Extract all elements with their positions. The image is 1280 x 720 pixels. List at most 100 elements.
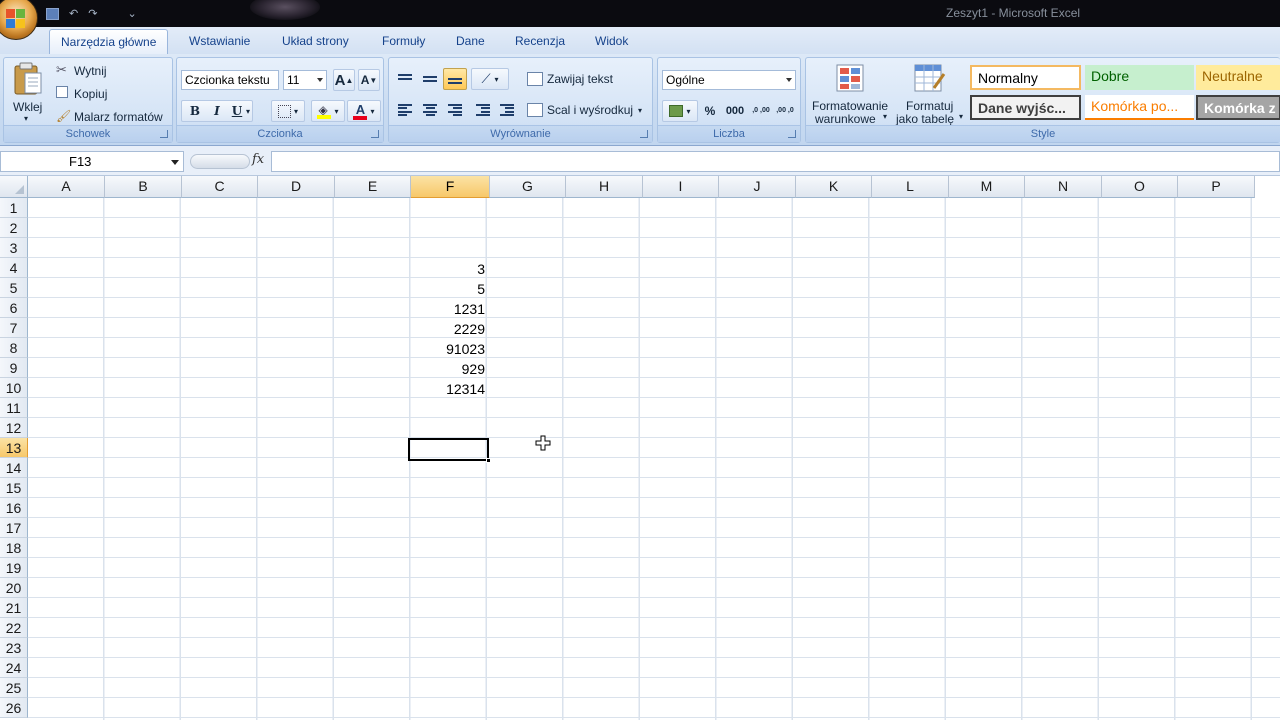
merge-center-button[interactable]: Scal i wyśrodkuj ▾ [527, 99, 651, 121]
merge-center-dropdown-icon[interactable]: ▾ [638, 106, 642, 115]
cell-f4[interactable]: 3 [410, 259, 486, 279]
row-header-20[interactable]: 20 [0, 578, 28, 598]
column-header-k[interactable]: K [796, 176, 872, 198]
row-header-22[interactable]: 22 [0, 618, 28, 638]
number-format-combo[interactable]: Ogólne [662, 70, 796, 90]
cell-f5[interactable]: 5 [410, 279, 486, 299]
tab-view[interactable]: Widok [595, 34, 628, 48]
insert-function-icon[interactable]: fx [252, 152, 264, 167]
borders-button[interactable]: ▾ [271, 100, 305, 122]
column-header-f[interactable]: F [411, 176, 490, 198]
row-header-10[interactable]: 10 [0, 378, 28, 398]
name-box[interactable]: F13 [0, 151, 184, 172]
row-header-23[interactable]: 23 [0, 638, 28, 658]
save-icon[interactable] [46, 8, 59, 20]
fill-color-button[interactable]: ◈ ▾ [311, 100, 345, 122]
row-header-1[interactable]: 1 [0, 198, 28, 218]
increase-decimal-button[interactable]: ,0 ,00 [750, 100, 772, 122]
tab-formulas[interactable]: Formuły [382, 34, 425, 48]
borders-dropdown-icon[interactable]: ▾ [294, 107, 298, 116]
orientation-button[interactable]: ⟋ ▾ [471, 68, 509, 90]
number-launcher-icon[interactable] [788, 130, 796, 138]
clipboard-launcher-icon[interactable] [160, 130, 168, 138]
underline-button[interactable]: U [228, 104, 246, 118]
accounting-format-button[interactable]: ▾ [662, 100, 698, 122]
column-header-n[interactable]: N [1025, 176, 1102, 198]
align-right-button[interactable] [443, 99, 467, 121]
active-cell-F13[interactable] [408, 438, 491, 463]
column-header-l[interactable]: L [872, 176, 949, 198]
underline-dropdown-icon[interactable]: ▾ [246, 107, 250, 116]
copy-button[interactable]: Kopiuj [54, 85, 164, 103]
percent-button[interactable]: % [700, 100, 720, 122]
row-header-19[interactable]: 19 [0, 558, 28, 578]
tab-data[interactable]: Dane [456, 34, 485, 48]
row-header-21[interactable]: 21 [0, 598, 28, 618]
bold-button[interactable]: B [184, 104, 206, 118]
style-neutral[interactable]: Neutralne [1196, 65, 1280, 90]
column-header-h[interactable]: H [566, 176, 643, 198]
column-header-c[interactable]: C [182, 176, 258, 198]
column-header-o[interactable]: O [1102, 176, 1178, 198]
style-good[interactable]: Dobre [1085, 65, 1194, 90]
format-painter-button[interactable]: 🖌 Malarz formatów [54, 108, 172, 126]
font-name-combo[interactable]: Czcionka tekstu [181, 70, 279, 90]
tab-review[interactable]: Recenzja [515, 34, 565, 48]
decrease-decimal-button[interactable]: ,00 ,0 [774, 100, 796, 122]
number-format-dropdown-icon[interactable] [786, 78, 792, 82]
cell-f10[interactable]: 12314 [410, 379, 486, 399]
row-header-12[interactable]: 12 [0, 418, 28, 438]
column-header-p[interactable]: P [1178, 176, 1255, 198]
row-header-11[interactable]: 11 [0, 398, 28, 418]
undo-icon[interactable]: ↶ [69, 6, 78, 22]
column-header-j[interactable]: J [719, 176, 796, 198]
row-header-4[interactable]: 4 [0, 258, 28, 278]
align-center-button[interactable] [418, 99, 442, 121]
row-header-14[interactable]: 14 [0, 458, 28, 478]
column-header-i[interactable]: I [643, 176, 719, 198]
redo-icon[interactable]: ↷ [88, 6, 97, 22]
conditional-formatting-dropdown-icon[interactable]: ▾ [883, 112, 887, 121]
row-header-9[interactable]: 9 [0, 358, 28, 378]
row-header-18[interactable]: 18 [0, 538, 28, 558]
font-color-button[interactable]: A ▾ [347, 100, 381, 122]
row-header-13[interactable]: 13 [0, 438, 28, 458]
font-size-dropdown-icon[interactable] [317, 78, 323, 82]
orientation-dropdown-icon[interactable]: ▾ [495, 75, 499, 84]
alignment-launcher-icon[interactable] [640, 130, 648, 138]
cell-f7[interactable]: 2229 [410, 319, 486, 339]
conditional-formatting-button[interactable]: Formatowanie warunkowe ▾ [808, 60, 896, 126]
cell-f8[interactable]: 91023 [410, 339, 486, 359]
row-header-6[interactable]: 6 [0, 298, 28, 318]
fill-handle[interactable] [486, 458, 491, 463]
select-all-button[interactable] [0, 176, 28, 198]
align-bottom-button[interactable] [443, 68, 467, 90]
row-header-16[interactable]: 16 [0, 498, 28, 518]
increase-indent-button[interactable] [495, 99, 519, 121]
row-header-5[interactable]: 5 [0, 278, 28, 298]
column-header-a[interactable]: A [28, 176, 105, 198]
row-header-8[interactable]: 8 [0, 338, 28, 358]
font-launcher-icon[interactable] [371, 130, 379, 138]
style-normal[interactable]: Normalny [970, 65, 1081, 90]
align-top-button[interactable] [393, 68, 417, 90]
column-header-d[interactable]: D [258, 176, 335, 198]
formula-input[interactable] [271, 151, 1280, 172]
column-header-m[interactable]: M [949, 176, 1025, 198]
row-header-17[interactable]: 17 [0, 518, 28, 538]
fill-color-dropdown-icon[interactable]: ▾ [334, 107, 338, 116]
row-header-26[interactable]: 26 [0, 698, 28, 718]
cell-f6[interactable]: 1231 [410, 299, 486, 319]
thousands-button[interactable]: 000 [722, 100, 748, 122]
format-as-table-button[interactable]: Formatuj jako tabelę ▾ [896, 60, 968, 126]
wrap-text-button[interactable]: Zawijaj tekst [527, 68, 647, 90]
customize-qat-icon[interactable]: ⌄ [127, 6, 136, 22]
name-box-dropdown-icon[interactable] [171, 160, 179, 165]
decrease-indent-button[interactable] [471, 99, 495, 121]
tab-home[interactable]: Narzędzia główne [49, 29, 169, 54]
style-output[interactable]: Dane wyjśc... [970, 95, 1081, 120]
paste-dropdown-icon[interactable]: ▾ [24, 114, 28, 123]
cut-button[interactable]: ✂ Wytnij [54, 62, 164, 80]
italic-button[interactable]: I [206, 104, 228, 118]
align-left-button[interactable] [393, 99, 417, 121]
